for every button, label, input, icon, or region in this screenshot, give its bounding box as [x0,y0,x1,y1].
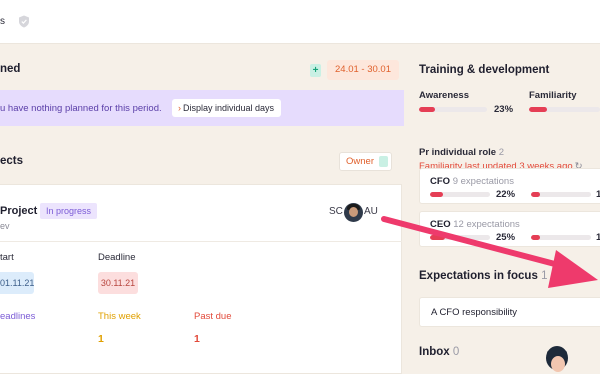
deadline-date: 30.11.21 [98,272,138,294]
expectation-item-label: A CFO responsibility [431,307,518,318]
status-badge: In progress [40,203,98,219]
chevron-right-icon: › [178,103,181,113]
per-role-count: 2 [498,147,505,158]
inbox-title: Inbox 0 [419,346,459,358]
date-range-selector[interactable]: 24.01 - 30.01 [327,60,399,80]
owner-filter[interactable]: Owner [339,152,392,171]
role-bar [430,235,490,240]
expectations-title: Expectations in focus 1 [419,270,547,282]
member-initials-au[interactable]: AU [364,206,378,217]
per-role-label: Pr individual role 2 [419,147,504,158]
familiarity-label: Familiarity [529,90,577,101]
avatar-face [349,207,358,217]
role-bar-secondary [531,192,591,197]
right-panel: Training & development Awareness Familia… [404,44,600,374]
role-bar-secondary-fill [531,235,540,240]
card-divider [0,241,402,242]
role-name-text: CFO [430,176,451,187]
awareness-bar-fill [419,107,435,112]
inbox-title-text: Inbox [419,346,450,358]
member-initials-sc[interactable]: SC [329,206,343,217]
inbox-count: 0 [452,346,460,358]
role-expectations: 12 expectations [453,219,520,230]
breadcrumb[interactable]: s [0,16,5,27]
display-days-label: Display individual days [183,103,275,113]
display-individual-days-button[interactable]: › Display individual days [172,99,282,117]
role-bar-fill [430,235,445,240]
stat-past-due-value: 1 [194,333,200,345]
expectations-title-text: Expectations in focus [419,270,538,282]
training-title: Training & development [419,64,550,76]
role-name: CFO 9 expectations [430,176,514,187]
role-percent: 25% [496,232,516,243]
role-card-cfo[interactable]: CFO 9 expectations 22% 1 [419,168,600,204]
empty-plan-notice: u have nothing planned for this period. … [0,90,404,126]
role-card-ceo[interactable]: CEO 12 expectations 25% 1 [419,211,600,247]
role-bar-secondary [531,235,591,240]
expectations-count: 1 [541,270,548,282]
inbox-illustration [546,346,568,372]
role-bar [430,192,490,197]
start-date: 01.11.21 [0,272,34,294]
role-expectations: 9 expectations [452,176,514,187]
add-plan-button[interactable]: + [310,64,321,77]
expectation-item[interactable]: A CFO responsibility [419,297,600,327]
familiarity-bar-fill [529,107,547,112]
start-label: tart [0,252,14,263]
avatar[interactable] [344,203,363,222]
planned-section-title: ned [0,63,21,75]
role-name-text: CEO [430,219,451,230]
awareness-bar [419,107,487,112]
owner-filter-label: Owner [346,156,374,167]
project-subtitle: ev [0,221,10,231]
stat-deadlines-label: eadlines [0,311,36,322]
role-bar-secondary-fill [531,192,540,197]
project-card[interactable]: Project In progress ev SC AU tart Deadli… [0,184,402,374]
stat-past-due-label: Past due [194,311,232,322]
role-trailing-value: 1 [596,232,600,243]
project-title[interactable]: Project [0,205,37,217]
role-trailing-value: 1 [596,189,600,200]
deadline-label: Deadline [98,252,136,263]
role-percent: 22% [496,189,516,200]
role-bar-fill [430,192,444,197]
per-role-text: Pr individual role [419,147,497,158]
awareness-percent: 23% [494,104,514,115]
role-name: CEO 12 expectations [430,219,520,230]
familiarity-bar [529,107,600,112]
awareness-label: Awareness [419,90,469,101]
top-bar: s [0,0,600,44]
stat-this-week-label: This week [98,311,141,322]
projects-section-title: ects [0,155,24,167]
stat-this-week-value: 1 [98,333,104,345]
notice-text: u have nothing planned for this period. [0,103,162,114]
shield-icon [19,15,29,28]
owner-filter-indicator [379,156,388,167]
